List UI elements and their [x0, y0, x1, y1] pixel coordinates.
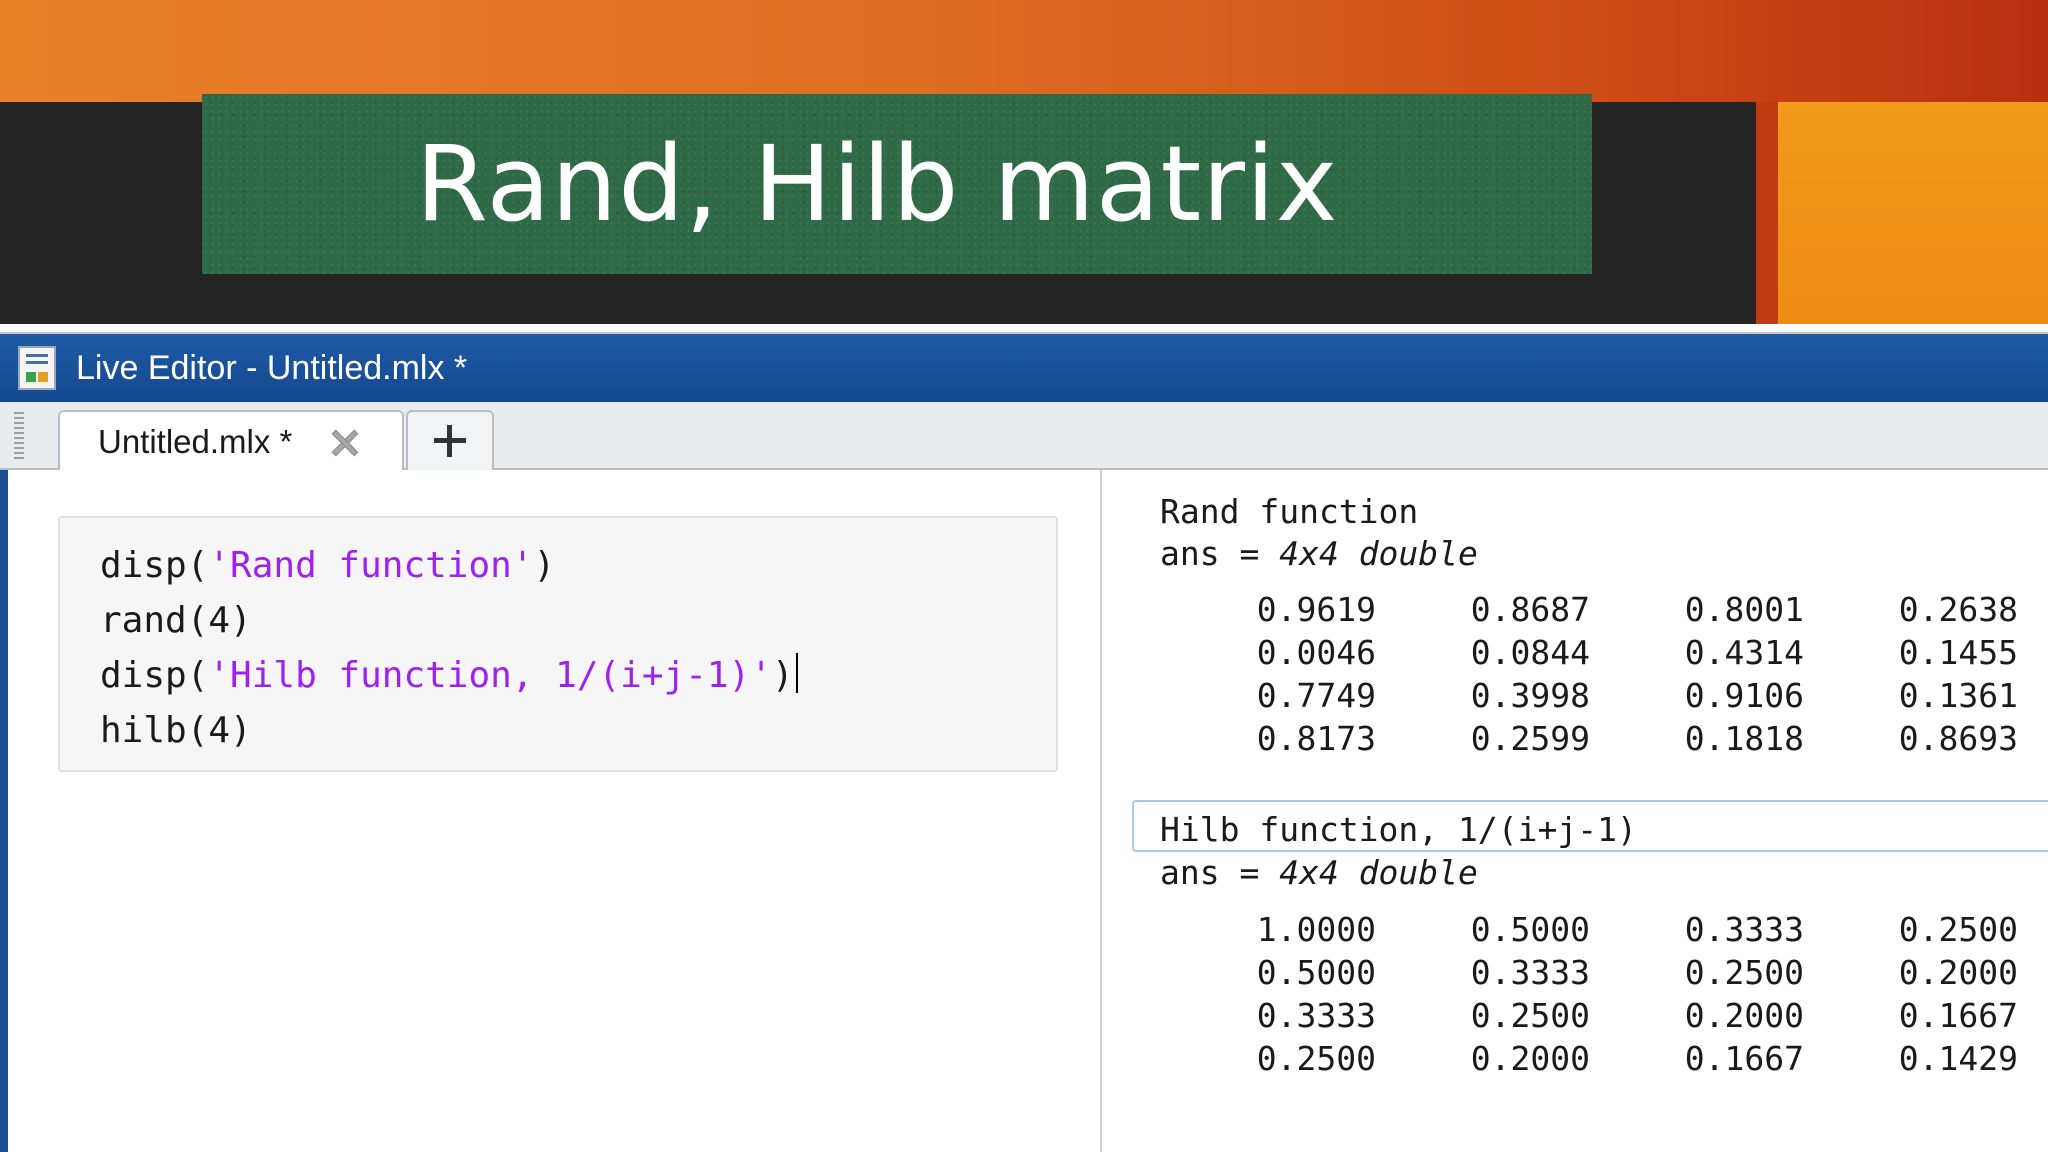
- window-title: Live Editor - Untitled.mlx *: [76, 348, 468, 387]
- matrix-row: 0.7749 0.3998 0.9106 0.1361: [1102, 676, 2048, 719]
- code-text: ): [533, 545, 556, 586]
- ans-prefix: ans =: [1160, 534, 1280, 573]
- tab-untitled[interactable]: Untitled.mlx *: [58, 410, 404, 472]
- ans-size[interactable]: 4x4 double: [1279, 534, 1478, 573]
- ans-prefix: ans =: [1160, 853, 1280, 892]
- matrix-cell: 0.2000: [1898, 953, 2018, 992]
- tab-label: Untitled.mlx *: [98, 423, 293, 460]
- matrix-row: 0.9619 0.8687 0.8001 0.2638: [1102, 590, 2048, 633]
- matrix-cell: 0.2599: [1470, 719, 1590, 758]
- matrix-cell: 0.2000: [1684, 996, 1804, 1035]
- drag-grip-icon[interactable]: [14, 412, 24, 462]
- text-cursor: [795, 653, 798, 693]
- matrix-row: 0.0046 0.0844 0.4314 0.1455: [1102, 633, 2048, 676]
- rand-ans-line: ans = 4x4 double: [1160, 534, 1478, 573]
- matrix-cell: 0.3333: [1470, 953, 1590, 992]
- ans-size[interactable]: 4x4 double: [1279, 853, 1478, 892]
- matrix-row: 0.3333 0.2500 0.2000 0.1667: [1102, 996, 2048, 1039]
- matrix-cell: 0.8693: [1898, 719, 2018, 758]
- close-icon[interactable]: [330, 428, 358, 456]
- matrix-cell: 0.1818: [1684, 719, 1804, 758]
- matrix-cell: 0.8687: [1470, 590, 1590, 629]
- code-line[interactable]: disp('Hilb function, 1/(i+j-1)'): [100, 648, 1056, 703]
- code-text: rand(4): [100, 600, 252, 641]
- matrix-cell: 1.0000: [1256, 910, 1376, 949]
- code-text: hilb(4): [100, 710, 252, 751]
- matrix-cell: 0.1455: [1898, 633, 2018, 672]
- matrix-cell: 0.9106: [1684, 676, 1804, 715]
- plus-icon: [434, 425, 466, 457]
- matrix-cell: 0.8001: [1684, 590, 1804, 629]
- code-pane[interactable]: disp('Rand function') rand(4) disp('Hilb…: [8, 470, 1100, 1152]
- matrix-cell: 0.1361: [1898, 676, 2018, 715]
- matrix-cell: 0.5000: [1256, 953, 1376, 992]
- slide-top-bar: [0, 0, 2048, 102]
- live-editor-icon: [18, 346, 56, 390]
- matrix-cell: 0.0046: [1256, 633, 1376, 672]
- code-line[interactable]: disp('Rand function'): [100, 538, 1056, 593]
- code-block[interactable]: disp('Rand function') rand(4) disp('Hilb…: [58, 516, 1058, 772]
- output-pane: Rand function ans = 4x4 double 0.9619 0.8…: [1102, 470, 2048, 1152]
- code-string: 'Rand function': [208, 545, 534, 586]
- hilb-output-label: Hilb function, 1/(i+j-1): [1160, 810, 1637, 849]
- code-string: 'Hilb function, 1/(i+j-1)': [208, 655, 772, 696]
- new-tab-button[interactable]: [406, 410, 494, 470]
- matrix-row: 0.5000 0.3333 0.2500 0.2000: [1102, 953, 2048, 996]
- window-titlebar[interactable]: Live Editor - Untitled.mlx *: [0, 334, 2048, 402]
- matrix-cell: 0.1429: [1898, 1039, 2018, 1078]
- slide-divider: [0, 324, 2048, 334]
- matrix-cell: 0.9619: [1256, 590, 1376, 629]
- matrix-cell: 0.4314: [1684, 633, 1804, 672]
- matrix-cell: 0.1667: [1898, 996, 2018, 1035]
- matrix-cell: 0.3333: [1256, 996, 1376, 1035]
- rand-output-label: Rand function: [1160, 492, 1419, 531]
- matrix-cell: 0.2000: [1470, 1039, 1590, 1078]
- matrix-cell: 0.2500: [1470, 996, 1590, 1035]
- matrix-cell: 0.1667: [1684, 1039, 1804, 1078]
- code-text: ): [771, 655, 794, 696]
- tab-strip: Untitled.mlx *: [0, 402, 2048, 472]
- matrix-cell: 0.5000: [1470, 910, 1590, 949]
- title-chalkboard: Rand, Hilb matrix: [202, 94, 1592, 274]
- matrix-row: 0.8173 0.2599 0.1818 0.8693: [1102, 719, 2048, 762]
- code-text: disp(: [100, 655, 209, 696]
- matrix-cell: 0.8173: [1256, 719, 1376, 758]
- slide-accent-block: [1778, 102, 2048, 324]
- matrix-row: 1.0000 0.5000 0.3333 0.2500: [1102, 910, 2048, 953]
- matrix-cell: 0.0844: [1470, 633, 1590, 672]
- hilb-ans-line: ans = 4x4 double: [1160, 853, 1478, 892]
- matrix-cell: 0.2500: [1256, 1039, 1376, 1078]
- slide-accent-strip: [1756, 102, 1778, 324]
- window-left-edge: [0, 470, 8, 1152]
- matrix-cell: 0.2638: [1898, 590, 2018, 629]
- matrix-row: 0.2500 0.2000 0.1667 0.1429: [1102, 1039, 2048, 1082]
- matrix-cell: 0.7749: [1256, 676, 1376, 715]
- slide-title: Rand, Hilb matrix: [415, 123, 1339, 245]
- code-text: disp(: [100, 545, 209, 586]
- live-editor-window: Live Editor - Untitled.mlx * Untitled.ml…: [0, 334, 2048, 1152]
- matrix-cell: 0.2500: [1898, 910, 2018, 949]
- matrix-cell: 0.3333: [1684, 910, 1804, 949]
- code-line[interactable]: hilb(4): [100, 703, 1056, 758]
- code-line[interactable]: rand(4): [100, 593, 1056, 648]
- matrix-cell: 0.2500: [1684, 953, 1804, 992]
- matrix-cell: 0.3998: [1470, 676, 1590, 715]
